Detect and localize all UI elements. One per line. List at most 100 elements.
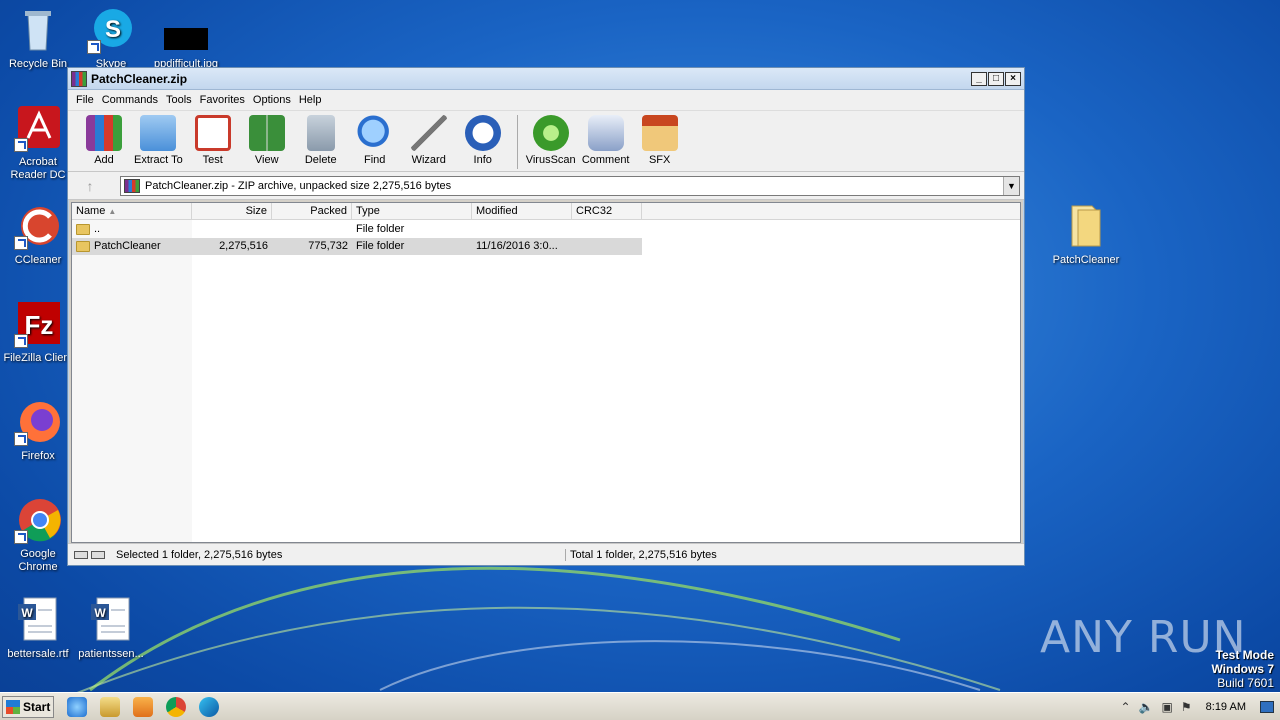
column-headers: Name ▲ Size Packed Type Modified CRC32 (72, 203, 1020, 220)
folder-icon (76, 240, 90, 252)
explorer-folder-icon[interactable] (100, 696, 120, 717)
view-button[interactable]: View (243, 115, 291, 166)
add-button[interactable]: Add (80, 115, 128, 166)
network-icon[interactable]: ▣ (1162, 700, 1173, 714)
clock[interactable]: 8:19 AM (1206, 701, 1246, 713)
wand-icon (410, 115, 447, 151)
desktop-icon-firefox[interactable]: Firefox (0, 398, 76, 463)
chrome-taskbar-icon[interactable] (166, 696, 186, 717)
trash-icon (306, 115, 335, 151)
desktop-icon-label: FileZilla Client (3, 352, 73, 364)
svg-text:Fz: Fz (25, 310, 54, 340)
drive-icon (74, 550, 88, 559)
desktop-icon-label: Firefox (21, 450, 55, 462)
start-button[interactable]: Start (2, 695, 54, 718)
wizard-button[interactable]: Wizard (405, 115, 453, 166)
title-bar[interactable]: PatchCleaner.zip _ □ × (68, 68, 1024, 90)
table-row[interactable]: .. File folder (72, 221, 642, 238)
maximize-button[interactable]: □ (988, 71, 1004, 86)
address-bar: ↑ PatchCleaner.zip - ZIP archive, unpack… (68, 172, 1024, 200)
volume-icon[interactable]: 🔈 (1139, 700, 1154, 714)
delete-button[interactable]: Delete (297, 115, 345, 166)
desktop-icon-filezilla[interactable]: Fz FileZilla Client (0, 300, 76, 365)
drive-icons[interactable] (68, 550, 112, 559)
menu-favorites[interactable]: Favorites (196, 94, 249, 106)
sfx-button[interactable]: SFX (636, 115, 684, 166)
desktop-icon-label: Recycle Bin (8, 58, 68, 70)
column-name[interactable]: Name ▲ (72, 203, 192, 219)
menu-commands[interactable]: Commands (98, 94, 162, 106)
system-tray: ⌃ 🔈 ▣ ⚑ 8:19 AM (1113, 695, 1280, 719)
close-button[interactable]: × (1005, 71, 1021, 86)
column-modified[interactable]: Modified (472, 203, 572, 219)
column-type[interactable]: Type (352, 203, 472, 219)
table-row[interactable]: PatchCleaner 2,275,516 775,732 File fold… (72, 238, 642, 255)
archive-path-field[interactable]: PatchCleaner.zip - ZIP archive, unpacked… (120, 175, 1020, 196)
extract-to-button[interactable]: Extract To (134, 115, 183, 166)
virusscan-button[interactable]: VirusScan (526, 115, 576, 166)
edge-icon[interactable] (199, 696, 219, 717)
desktop-icon-skype[interactable]: S Skype (73, 6, 149, 71)
desktop-icon-patientssen[interactable]: W patientssen... (73, 596, 149, 661)
internet-explorer-icon[interactable] (67, 696, 87, 717)
firefox-icon (14, 398, 62, 446)
menu-file[interactable]: File (72, 94, 98, 106)
image-file-icon (162, 6, 210, 54)
virus-scan-icon (532, 115, 569, 151)
test-button[interactable]: Test (189, 115, 237, 166)
svg-text:S: S (105, 16, 121, 43)
column-size[interactable]: Size (192, 203, 272, 219)
column-packed[interactable]: Packed (272, 203, 352, 219)
name-column-background (72, 220, 192, 542)
chevron-down-icon[interactable]: ▼ (1003, 176, 1019, 195)
skype-icon: S (87, 6, 135, 54)
menu-help[interactable]: Help (295, 94, 326, 106)
zip-archive-icon (124, 178, 140, 193)
menu-tools[interactable]: Tools (162, 94, 196, 106)
desktop-icon-label: PatchCleaner (1052, 254, 1120, 266)
key-icon (91, 550, 105, 559)
word-document-icon: W (14, 596, 62, 644)
menu-bar: File Commands Tools Favorites Options He… (68, 90, 1024, 110)
test-mode-watermark: Test Mode Windows 7 Build 7601 (1211, 648, 1274, 690)
taskbar: Start ⌃ 🔈 ▣ ⚑ 8:19 AM (0, 692, 1280, 720)
minimize-button[interactable]: _ (971, 71, 987, 86)
svg-text:W: W (21, 606, 33, 620)
desktop-icon-patchcleaner[interactable]: PatchCleaner (1048, 202, 1124, 267)
up-arrow-icon[interactable]: ↑ (72, 178, 108, 194)
action-center-flag-icon[interactable]: ⚑ (1181, 700, 1192, 714)
desktop-icon-label: patientssen... (78, 648, 144, 660)
folder-icon (76, 223, 90, 235)
word-document-icon: W (87, 596, 135, 644)
show-desktop-icon[interactable] (1260, 701, 1274, 713)
desktop-icon-bettersale[interactable]: W bettersale.rtf (0, 596, 76, 661)
add-archive-icon (86, 115, 122, 151)
desktop-icon-label: Acrobat Reader DC (10, 156, 66, 181)
find-button[interactable]: Find (351, 115, 399, 166)
desktop-icon-chrome[interactable]: Google Chrome (0, 496, 76, 574)
comment-button[interactable]: Comment (582, 115, 630, 166)
menu-options[interactable]: Options (249, 94, 295, 106)
svg-text:W: W (94, 606, 106, 620)
magnifier-icon (356, 115, 393, 151)
status-bar: Selected 1 folder, 2,275,516 bytes Total… (68, 543, 1024, 565)
desktop-icon-ccleaner[interactable]: CCleaner (0, 202, 76, 267)
tray-expand-icon[interactable]: ⌃ (1121, 700, 1131, 714)
desktop-icon-label: bettersale.rtf (7, 648, 69, 660)
media-player-icon[interactable] (133, 696, 153, 717)
desktop-icon-label: CCleaner (14, 254, 62, 266)
comment-icon (587, 115, 624, 151)
info-button[interactable]: Info (459, 115, 507, 166)
folder-icon (1062, 202, 1110, 250)
file-list[interactable]: Name ▲ Size Packed Type Modified CRC32 .… (71, 202, 1021, 543)
status-selected: Selected 1 folder, 2,275,516 bytes (112, 548, 566, 561)
acrobat-icon (14, 104, 62, 152)
toolbar-separator (516, 115, 518, 169)
desktop-icon-acrobat[interactable]: Acrobat Reader DC (0, 104, 76, 182)
ccleaner-icon (14, 202, 62, 250)
filezilla-icon: Fz (14, 300, 62, 348)
desktop-icon-recycle-bin[interactable]: Recycle Bin (0, 6, 76, 71)
column-crc32[interactable]: CRC32 (572, 203, 642, 219)
winrar-window: PatchCleaner.zip _ □ × File Commands Too… (67, 67, 1025, 566)
desktop-icon-ppdifficult[interactable]: ppdifficult.jpg (148, 6, 224, 71)
